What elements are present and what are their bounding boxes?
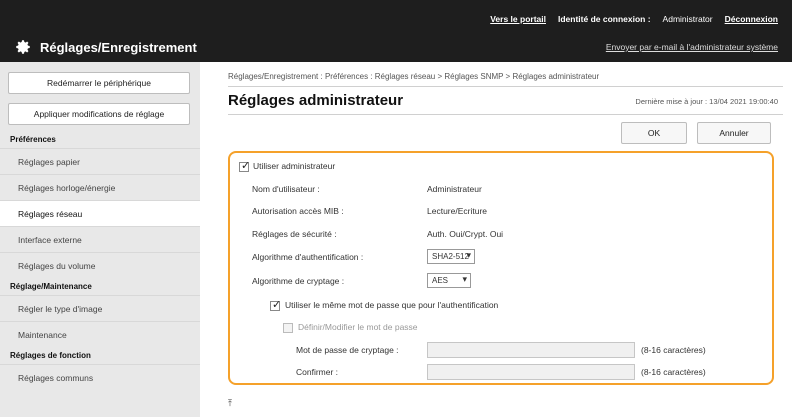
set-password-checkbox[interactable] (283, 323, 293, 333)
app-title-text: Réglages/Enregistrement (40, 39, 197, 55)
apply-changes-button[interactable]: Appliquer modifications de réglage (8, 103, 190, 125)
crypt-password-label: Mot de passe de cryptage : (296, 345, 399, 355)
arrow-to-top-icon[interactable]: ⤒ (228, 399, 232, 409)
sidebar-item-network[interactable]: Réglages réseau (0, 200, 200, 226)
page-title: Réglages administrateur (228, 92, 404, 109)
sidebar-item-clock-energy[interactable]: Réglages horloge/énergie (0, 174, 200, 200)
use-admin-checkbox[interactable] (239, 159, 250, 172)
email-admin-link[interactable]: Envoyer par e-mail à l'administrateur sy… (606, 42, 778, 52)
sidebar-item-paper[interactable]: Réglages papier (0, 148, 200, 174)
main-content: Réglages/Enregistrement : Préférences : … (200, 62, 792, 417)
login-identity-label: Identité de connexion : (557, 14, 651, 24)
same-password-checkbox[interactable] (270, 298, 281, 311)
app-title: Réglages/Enregistrement (14, 38, 197, 56)
security-label: Réglages de sécurité : (252, 229, 337, 239)
mib-access-label: Autorisation accès MIB : (252, 206, 344, 216)
sidebar-item-common[interactable]: Réglages communs (0, 364, 200, 390)
gear-icon (16, 40, 30, 54)
chevron-down-icon: ▾ (462, 275, 467, 285)
sidebar-section-functions: Réglages de fonction (10, 351, 91, 360)
username-value: Administrateur (427, 184, 482, 194)
auth-algorithm-value: SHA2-512 (432, 252, 469, 261)
same-password-label: Utiliser le même mot de passe que pour l… (285, 300, 499, 310)
set-password-label: Définir/Modifier le mot de passe (298, 322, 418, 332)
sidebar-item-external-interface[interactable]: Interface externe (0, 226, 200, 252)
login-identity-value: Administrator (662, 14, 713, 24)
chevron-down-icon: ▾ (466, 251, 471, 261)
crypt-password-hint: (8-16 caractères) (641, 345, 706, 355)
confirm-label: Confirmer : (296, 367, 339, 377)
sidebar-nav: Préférences Réglages papier Réglages hor… (0, 131, 200, 390)
sidebar-item-maintenance[interactable]: Maintenance (0, 321, 200, 347)
divider (228, 114, 783, 115)
sidebar-item-image-type[interactable]: Régler le type d'image (0, 295, 200, 321)
portal-link[interactable]: Vers le portail (490, 14, 546, 24)
sidebar-section-maintenance: Réglage/Maintenance (10, 282, 92, 291)
mib-access-value: Lecture/Ecriture (427, 206, 487, 216)
security-value: Auth. Oui/Crypt. Oui (427, 229, 504, 239)
crypt-algorithm-value: AES (432, 276, 449, 285)
ok-button[interactable]: OK (621, 122, 687, 144)
cancel-button[interactable]: Annuler (697, 122, 771, 144)
auth-algorithm-select[interactable]: SHA2-512 ▾ (427, 249, 475, 264)
sidebar-section-preferences: Préférences (10, 135, 56, 144)
use-admin-label: Utiliser administrateur (253, 161, 336, 171)
breadcrumb: Réglages/Enregistrement : Préférences : … (228, 72, 600, 81)
restart-device-button[interactable]: Redémarrer le périphérique (8, 72, 190, 94)
confirm-password-field[interactable] (427, 364, 635, 380)
username-label: Nom d'utilisateur : (252, 184, 320, 194)
crypt-password-field[interactable] (427, 342, 635, 358)
top-bar: Vers le portail Identité de connexion : … (0, 0, 792, 62)
logout-link[interactable]: Déconnexion (725, 14, 778, 24)
divider (228, 86, 783, 87)
auth-algorithm-label: Algorithme d'authentification : (252, 252, 364, 262)
sidebar-item-volume[interactable]: Réglages du volume (0, 252, 200, 278)
header-links: Vers le portail Identité de connexion : … (490, 14, 778, 24)
confirm-hint: (8-16 caractères) (641, 367, 706, 377)
last-updated: Dernière mise à jour : 13/04 2021 19:00:… (635, 97, 778, 106)
admin-settings-panel: Utiliser administrateur Nom d'utilisateu… (228, 151, 774, 385)
crypt-algorithm-label: Algorithme de cryptage : (252, 276, 345, 286)
crypt-algorithm-select[interactable]: AES ▾ (427, 273, 471, 288)
sidebar: Redémarrer le périphérique Appliquer mod… (0, 62, 200, 417)
